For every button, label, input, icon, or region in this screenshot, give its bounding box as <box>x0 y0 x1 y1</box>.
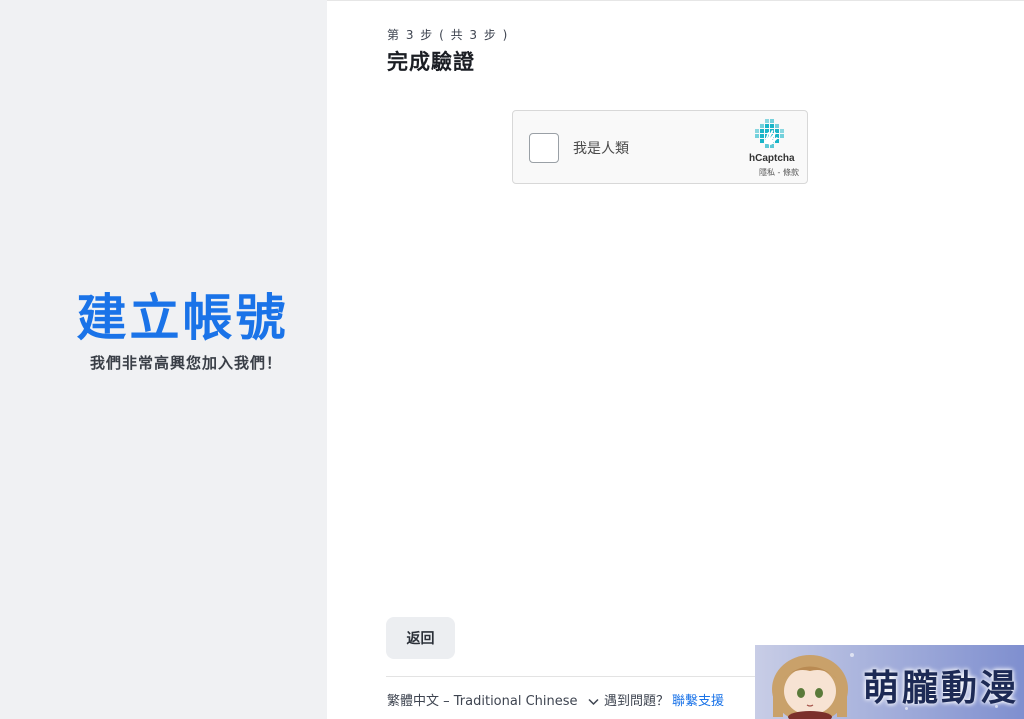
captcha-label: 我是人類 <box>573 141 629 157</box>
language-label: 繁體中文 – Traditional Chinese <box>387 694 578 709</box>
anime-character-image <box>772 655 848 719</box>
contact-support-link[interactable]: 聯繫支援 <box>672 690 724 709</box>
help-prompt: 遇到問題？ <box>604 694 670 709</box>
captcha-checkbox[interactable] <box>529 133 559 163</box>
back-button[interactable]: 返回 <box>386 617 455 659</box>
page-title: 完成驗證 <box>387 50 475 74</box>
step-indicator: 第 3 步 ( 共 3 步 ) <box>387 28 509 42</box>
watermark-text: 萌朧動漫 <box>863 668 1020 709</box>
hcaptcha-brand: hCaptcha <box>749 153 795 164</box>
panel-title: 建立帳號 <box>76 289 289 347</box>
hcaptcha-widget: 我是人類 hCaptcha 隱私 - 條款 <box>512 110 808 184</box>
chevron-down-icon <box>588 698 599 705</box>
captcha-privacy-terms-links[interactable]: 隱私 - 條款 <box>759 167 799 178</box>
top-divider <box>327 0 1024 1</box>
language-selector[interactable]: 繁體中文 – Traditional Chinese <box>387 690 599 709</box>
panel-subtitle: 我們非常高興您加入我們！ <box>90 354 283 372</box>
hcaptcha-hand-icon <box>755 119 784 148</box>
site-watermark: 萌朧動漫 <box>755 645 1024 719</box>
left-panel: 建立帳號 我們非常高興您加入我們！ <box>0 0 327 719</box>
